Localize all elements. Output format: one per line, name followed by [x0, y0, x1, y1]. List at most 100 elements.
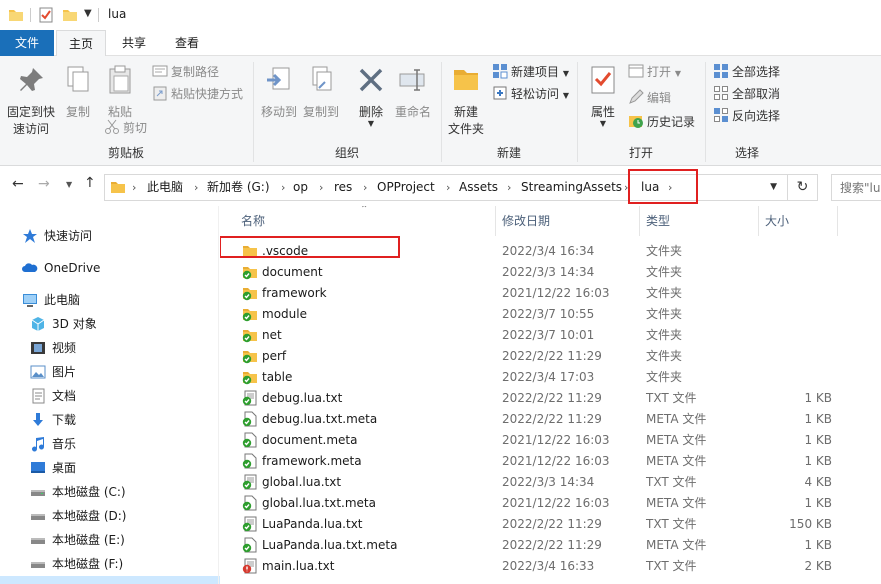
file-row[interactable]: LuaPanda.lua.txt 2022/2/22 11:29 TXT 文件 150…: [220, 514, 881, 535]
file-size: 1 KB: [804, 454, 832, 468]
copy-button[interactable]: 复制: [60, 64, 96, 120]
nav-drive-f[interactable]: 本地磁盘 (F:): [30, 552, 123, 576]
properties-dropdown-icon[interactable]: ▼: [584, 120, 622, 128]
select-none-button[interactable]: 全部取消: [713, 84, 780, 104]
easy-access-button[interactable]: 轻松访问 ▼: [492, 84, 569, 104]
history-button[interactable]: 历史记录: [628, 112, 695, 132]
recent-locations-chevron-icon[interactable]: ▼: [66, 180, 72, 189]
nav-desktop[interactable]: 桌面: [30, 456, 76, 480]
file-row[interactable]: global.lua.txt.meta 2021/12/22 16:03 META …: [220, 493, 881, 514]
film-icon: [31, 342, 45, 354]
select-all-button[interactable]: 全部选择: [713, 62, 780, 82]
breadcrumb-separator[interactable]: ›: [194, 175, 198, 200]
file-size: 150 KB: [789, 517, 832, 531]
nav-drive-c[interactable]: 本地磁盘 (C:): [30, 480, 126, 504]
nav-3d-objects[interactable]: 3D 对象: [30, 312, 97, 336]
nav-drive-d[interactable]: 本地磁盘 (D:): [30, 504, 126, 528]
properties-checkbox-icon[interactable]: [38, 7, 54, 23]
tab-view[interactable]: 查看: [164, 30, 210, 56]
paste-shortcut-label: 粘贴快捷方式: [171, 87, 244, 101]
breadcrumb-assets[interactable]: Assets: [459, 175, 498, 200]
nav-drive-c-label: 本地磁盘 (C:): [52, 485, 126, 499]
drive-icon: [31, 514, 45, 520]
file-row[interactable]: framework.meta 2021/12/22 16:03 META 文件 1 K…: [220, 451, 881, 472]
delete-dropdown-icon[interactable]: ▼: [352, 120, 390, 128]
file-row[interactable]: LuaPanda.lua.txt.meta 2022/2/22 11:29 META…: [220, 535, 881, 556]
file-type: 文件夹: [646, 328, 683, 342]
tab-home[interactable]: 主页: [56, 30, 106, 57]
file-row[interactable]: perf 2022/2/22 11:29 文件夹: [220, 346, 881, 367]
nav-this-pc[interactable]: 此电脑: [22, 288, 80, 312]
breadcrumb-opproject[interactable]: OPProject: [377, 175, 435, 200]
properties-button[interactable]: 属性 ▼: [584, 64, 622, 128]
rename-button[interactable]: 重命名: [392, 64, 434, 120]
nav-documents[interactable]: 文档: [30, 384, 76, 408]
back-arrow-icon[interactable]: ←: [12, 176, 24, 192]
breadcrumb-separator[interactable]: ›: [281, 175, 285, 200]
file-row[interactable]: debug.lua.txt 2022/2/22 11:29 TXT 文件 1 KB: [220, 388, 881, 409]
column-header-name[interactable]: 名称: [241, 206, 265, 236]
file-row[interactable]: document.meta 2021/12/22 16:03 META 文件 1 KB: [220, 430, 881, 451]
tab-share[interactable]: 共享: [112, 30, 156, 56]
file-row[interactable]: net 2022/3/7 10:01 文件夹: [220, 325, 881, 346]
file-row[interactable]: framework 2021/12/22 16:03 文件夹: [220, 283, 881, 304]
nav-videos[interactable]: 视频: [30, 336, 76, 360]
file-row[interactable]: table 2022/3/4 17:03 文件夹: [220, 367, 881, 388]
open-button[interactable]: 打开 ▼: [628, 62, 681, 82]
breadcrumb-streamingassets[interactable]: StreamingAssets: [521, 175, 622, 200]
breadcrumb-separator[interactable]: ›: [507, 175, 511, 200]
file-date: 2022/2/22 11:29: [502, 412, 602, 426]
new-folder-quick-icon[interactable]: [62, 7, 78, 23]
nav-downloads[interactable]: 下载: [30, 408, 76, 432]
breadcrumb-separator[interactable]: ›: [132, 175, 136, 200]
pane-divider[interactable]: [218, 206, 219, 584]
column-header-date[interactable]: 修改日期: [502, 206, 550, 236]
file-row[interactable]: global.lua.txt 2022/3/3 14:34 TXT 文件 4 KB: [220, 472, 881, 493]
file-row[interactable]: module 2022/3/7 10:55 文件夹: [220, 304, 881, 325]
nav-quick-access[interactable]: 快速访问: [22, 224, 92, 248]
delete-button[interactable]: 删除 ▼: [352, 64, 390, 128]
up-arrow-icon[interactable]: ↑: [84, 175, 96, 191]
column-header-size[interactable]: 大小: [765, 206, 789, 236]
address-history-chevron-icon[interactable]: ▼: [770, 182, 777, 192]
pin-to-quick-access-button[interactable]: 固定到快 速访问: [4, 64, 58, 137]
copy-path-button[interactable]: 复制路径: [152, 62, 219, 82]
file-type: 文件夹: [646, 349, 683, 363]
file-row[interactable]: main.lua.txt 2022/3/4 16:33 TXT 文件 2 KB: [220, 556, 881, 577]
file-row[interactable]: debug.lua.txt.meta 2022/2/22 11:29 META 文件…: [220, 409, 881, 430]
breadcrumb-drive-g[interactable]: 新加卷 (G:): [207, 175, 270, 200]
file-name: global.lua.txt: [262, 475, 342, 489]
nav-drive-e[interactable]: 本地磁盘 (E:): [30, 528, 125, 552]
breadcrumb-op[interactable]: op: [293, 175, 308, 200]
paste-button[interactable]: 粘贴: [100, 64, 140, 120]
nav-onedrive[interactable]: OneDrive: [22, 256, 100, 280]
customize-toolbar-icon[interactable]: ▼: [84, 8, 92, 19]
tab-file[interactable]: 文件: [0, 30, 54, 56]
open-icon: [628, 64, 644, 78]
nav-pictures[interactable]: 图片: [30, 360, 76, 384]
breadcrumb-res[interactable]: res: [334, 175, 352, 200]
refresh-icon[interactable]: ↻: [788, 174, 818, 201]
cut-button[interactable]: 剪切: [104, 118, 147, 138]
breadcrumb-separator[interactable]: ›: [319, 175, 323, 200]
column-divider[interactable]: [639, 206, 640, 236]
paste-shortcut-button[interactable]: 粘贴快捷方式: [152, 84, 243, 104]
new-item-button[interactable]: 新建项目 ▼: [492, 62, 569, 82]
breadcrumb-separator[interactable]: ›: [363, 175, 367, 200]
file-row[interactable]: document 2022/3/3 14:34 文件夹: [220, 262, 881, 283]
nav-music[interactable]: 音乐: [30, 432, 76, 456]
forward-arrow-icon[interactable]: →: [38, 176, 50, 192]
invert-selection-button[interactable]: 反向选择: [713, 106, 780, 126]
copy-to-button[interactable]: 复制到: [300, 64, 342, 120]
column-divider[interactable]: [495, 206, 496, 236]
new-folder-button[interactable]: 新建 文件夹: [444, 64, 488, 137]
breadcrumb-this-pc[interactable]: 此电脑: [147, 175, 183, 200]
column-divider[interactable]: [758, 206, 759, 236]
column-header-type[interactable]: 类型: [646, 206, 670, 236]
edit-button[interactable]: 编辑: [628, 88, 671, 108]
nav-selected-item[interactable]: [0, 576, 220, 584]
search-input[interactable]: [831, 174, 881, 201]
breadcrumb-separator[interactable]: ›: [446, 175, 450, 200]
column-divider[interactable]: [837, 206, 838, 236]
move-to-button[interactable]: 移动到: [258, 64, 300, 120]
